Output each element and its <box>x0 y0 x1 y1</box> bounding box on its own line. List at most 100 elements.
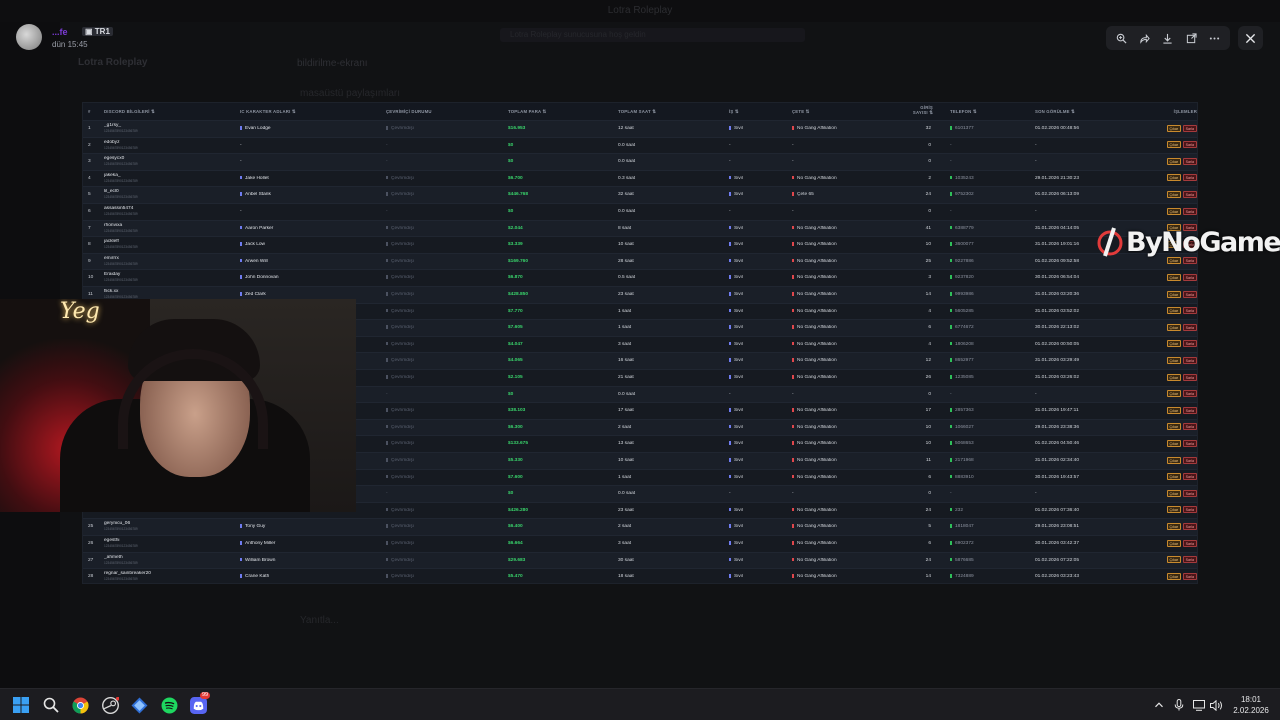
delete-button[interactable]: Sarla <box>1182 273 1197 281</box>
job-cell: Sivil <box>729 507 789 513</box>
kick-button[interactable]: Çıkar <box>1166 174 1182 182</box>
kick-button[interactable]: Çıkar <box>1166 406 1182 414</box>
kick-button[interactable]: Çıkar <box>1166 340 1182 348</box>
kick-button[interactable]: Çıkar <box>1166 506 1182 514</box>
kick-button[interactable]: Çıkar <box>1166 207 1182 215</box>
delete-button[interactable]: Sarla <box>1182 423 1197 431</box>
phone: 6101377 <box>955 126 974 132</box>
col-header[interactable]: TOPLAM PARA ⇅ <box>508 109 598 115</box>
delete-button[interactable]: Sarla <box>1182 506 1197 514</box>
delete-button[interactable]: Sarla <box>1182 406 1197 414</box>
open-external-icon[interactable] <box>1183 30 1199 46</box>
ic-name-cell: Crane Kath <box>240 574 370 579</box>
delete-button[interactable]: Sarla <box>1182 157 1197 165</box>
display-icon[interactable] <box>1192 698 1206 712</box>
kick-button[interactable]: Çıkar <box>1166 190 1182 198</box>
status-dot-icon <box>386 574 388 578</box>
delete-button[interactable]: Sarla <box>1182 356 1197 364</box>
online-status: - <box>386 391 388 397</box>
status-cell: Çevrimdışı <box>386 441 496 446</box>
kick-button[interactable]: Çıkar <box>1166 373 1182 381</box>
discord-info: _ahmeth 1234567890123456789 <box>104 555 214 565</box>
last-seen: 29.01.2026 21:30:23 <box>1035 175 1080 181</box>
kick-button[interactable]: Çıkar <box>1166 489 1182 497</box>
delete-button[interactable]: Sarla <box>1182 124 1197 132</box>
author-name[interactable]: ...fe <box>52 27 68 37</box>
delete-button[interactable]: Sarla <box>1182 390 1197 398</box>
microphone-icon[interactable] <box>1172 698 1186 712</box>
delete-button[interactable]: Sarla <box>1182 373 1197 381</box>
kick-button[interactable]: Çıkar <box>1166 572 1182 580</box>
delete-button[interactable]: Sarla <box>1182 556 1197 564</box>
fivem-icon[interactable] <box>129 695 149 715</box>
discord-icon[interactable]: 99 <box>188 692 211 715</box>
ic-name-cell: John Donnovan <box>240 275 370 280</box>
delete-button[interactable]: Sarla <box>1182 456 1197 464</box>
discord-id: 1234567890123456789 <box>104 544 138 548</box>
kick-button[interactable]: Çıkar <box>1166 423 1182 431</box>
kick-button[interactable]: Çıkar <box>1166 257 1182 265</box>
kick-button[interactable]: Çıkar <box>1166 323 1182 331</box>
windows-start-icon[interactable] <box>11 695 31 715</box>
kick-button[interactable]: Çıkar <box>1166 157 1182 165</box>
volume-icon[interactable] <box>1209 698 1223 712</box>
search-icon[interactable] <box>41 695 61 715</box>
ic-name-cell: - <box>240 159 370 164</box>
avatar[interactable] <box>16 24 42 50</box>
delete-button[interactable]: Sarla <box>1182 207 1197 215</box>
close-button[interactable] <box>1238 26 1263 50</box>
kick-button[interactable]: Çıkar <box>1166 124 1182 132</box>
kick-button[interactable]: Çıkar <box>1166 356 1182 364</box>
delete-button[interactable]: Sarla <box>1182 439 1197 447</box>
row-actions: Çıkar Sarla <box>1151 373 1197 381</box>
delete-button[interactable]: Sarla <box>1182 323 1197 331</box>
kick-button[interactable]: Çıkar <box>1166 439 1182 447</box>
kick-button[interactable]: Çıkar <box>1166 522 1182 530</box>
delete-button[interactable]: Sarla <box>1182 539 1197 547</box>
delete-button[interactable]: Sarla <box>1182 141 1197 149</box>
kick-button[interactable]: Çıkar <box>1166 290 1182 298</box>
download-icon[interactable] <box>1160 30 1176 46</box>
kick-button[interactable]: Çıkar <box>1166 141 1182 149</box>
col-header[interactable]: TOPLAM SAAT ⇅ <box>618 109 708 115</box>
status-cell: Çevrimdışı <box>386 424 496 430</box>
zoom-in-icon[interactable] <box>1114 30 1130 46</box>
forward-icon[interactable] <box>1137 30 1153 46</box>
kick-button[interactable]: Çıkar <box>1166 473 1182 481</box>
delete-button[interactable]: Sarla <box>1182 190 1197 198</box>
steam-icon[interactable] <box>100 695 120 715</box>
kick-button[interactable]: Çıkar <box>1166 556 1182 564</box>
system-clock[interactable]: 18:01 2.02.2026 <box>1226 694 1276 716</box>
kick-button[interactable]: Çıkar <box>1166 456 1182 464</box>
delete-button[interactable]: Sarla <box>1182 340 1197 348</box>
col-header[interactable]: GİRİŞ SAYISI ⇅ <box>909 105 933 115</box>
col-header: # <box>88 108 91 114</box>
job-cell: Sivil <box>729 258 789 264</box>
delete-button[interactable]: Sarla <box>1182 174 1197 182</box>
col-header[interactable]: İŞ ⇅ <box>729 109 789 115</box>
last-seen: 01.02.2026 00:50:05 <box>1035 341 1080 347</box>
chevron-up-icon[interactable] <box>1152 698 1166 712</box>
delete-button[interactable]: Sarla <box>1182 290 1197 298</box>
col-header[interactable]: DISCORD BİLGİLERİ ⇅ <box>104 109 214 115</box>
kick-button[interactable]: Çıkar <box>1166 307 1182 315</box>
neon-sign: Yeg <box>60 299 100 324</box>
delete-button[interactable]: Sarla <box>1182 257 1197 265</box>
delete-button[interactable]: Sarla <box>1182 522 1197 530</box>
more-icon[interactable] <box>1206 30 1222 46</box>
kick-button[interactable]: Çıkar <box>1166 273 1182 281</box>
col-header[interactable]: TELEFON ⇅ <box>950 109 1020 115</box>
chrome-icon[interactable] <box>70 695 90 715</box>
col-header[interactable]: IC KARAKTER ADLARI ⇅ <box>240 109 370 115</box>
delete-button[interactable]: Sarla <box>1182 473 1197 481</box>
delete-button[interactable]: Sarla <box>1182 572 1197 580</box>
spotify-icon[interactable] <box>159 695 179 715</box>
phone-cell: 5605285 <box>950 308 1020 314</box>
ic-name: Crane Kath <box>245 574 270 580</box>
kick-button[interactable]: Çıkar <box>1166 539 1182 547</box>
delete-button[interactable]: Sarla <box>1182 489 1197 497</box>
kick-button[interactable]: Çıkar <box>1166 390 1182 398</box>
col-header[interactable]: ÇETE ⇅ <box>792 109 912 115</box>
col-header[interactable]: SON GÖRÜLME ⇅ <box>1035 109 1135 115</box>
delete-button[interactable]: Sarla <box>1182 307 1197 315</box>
